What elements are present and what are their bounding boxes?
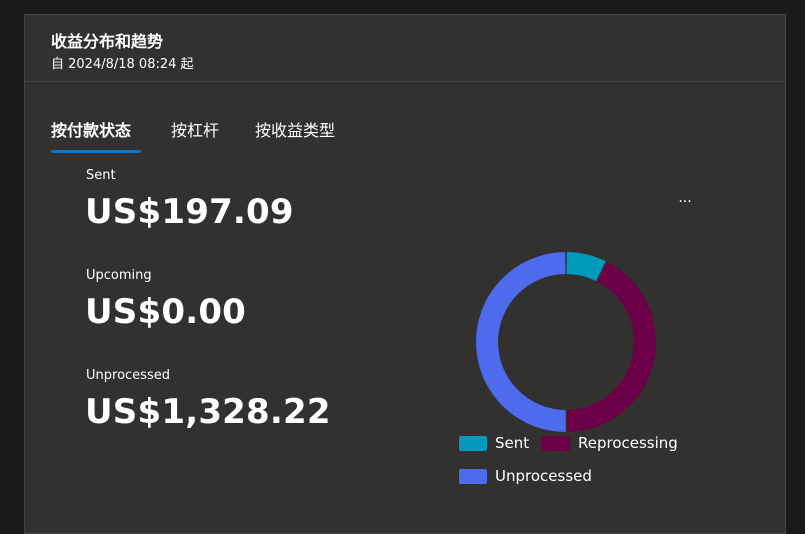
metric-value-upcoming: US$0.00 xyxy=(85,292,247,332)
donut-slice-reprocessing[interactable] xyxy=(566,261,656,432)
earnings-card: 收益分布和趋势 自 2024/8/18 08:24 起 按付款状态 按杠杆 按收… xyxy=(24,14,786,534)
more-options-button[interactable]: ... xyxy=(673,191,697,209)
metric-label-unprocessed: Unprocessed xyxy=(86,368,170,383)
legend-label-reprocessing: Reprocessing xyxy=(578,434,678,452)
legend-label-sent: Sent xyxy=(495,434,530,452)
card-header: 收益分布和趋势 自 2024/8/18 08:24 起 xyxy=(25,15,785,82)
tab-by-payment-status[interactable]: 按付款状态 xyxy=(51,117,131,141)
legend-swatch-reprocessing xyxy=(542,435,570,451)
legend-item-unprocessed[interactable]: Unprocessed xyxy=(459,467,592,485)
legend-label-unprocessed: Unprocessed xyxy=(495,467,592,485)
donut-slice-unprocessed[interactable] xyxy=(475,252,566,432)
legend-item-reprocessing[interactable]: Reprocessing xyxy=(542,434,678,452)
legend-swatch-unprocessed xyxy=(459,468,487,484)
metric-label-sent: Sent xyxy=(86,168,116,183)
metric-label-upcoming: Upcoming xyxy=(86,268,152,283)
donut-chart xyxy=(475,252,656,432)
card-subtitle: 自 2024/8/18 08:24 起 xyxy=(51,57,194,72)
tab-by-lever[interactable]: 按杠杆 xyxy=(171,117,219,141)
metric-value-unprocessed: US$1,328.22 xyxy=(85,392,331,432)
metric-value-sent: US$197.09 xyxy=(85,192,294,232)
legend-swatch-sent xyxy=(459,435,487,451)
legend-item-sent[interactable]: Sent xyxy=(459,434,529,452)
donut-slices xyxy=(475,252,656,432)
tab-by-earning-type[interactable]: 按收益类型 xyxy=(255,117,335,141)
card-title: 收益分布和趋势 xyxy=(51,32,164,51)
active-tab-indicator xyxy=(51,150,141,153)
